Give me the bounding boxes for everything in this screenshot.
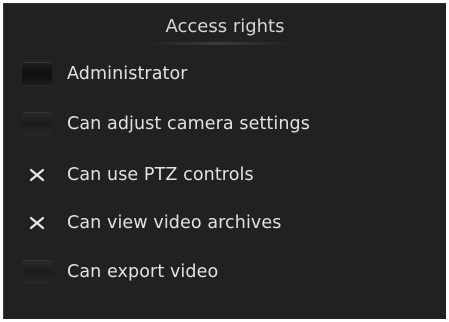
right-item-label: Can use PTZ controls	[67, 165, 254, 185]
unchecked-box-icon[interactable]	[22, 112, 52, 136]
title-divider	[144, 42, 294, 45]
panel-title: Access rights	[165, 16, 285, 37]
check-x-icon[interactable]	[22, 211, 52, 235]
right-item-view-video-archives[interactable]: Can view video archives	[4, 205, 446, 241]
access-rights-panel: Access rights Administrator Can adjust c…	[3, 3, 446, 319]
right-item-label: Can view video archives	[67, 213, 282, 233]
check-x-icon[interactable]	[22, 163, 52, 187]
right-item-administrator[interactable]: Administrator	[4, 56, 446, 92]
right-item-label: Administrator	[67, 64, 188, 84]
right-item-adjust-camera-settings[interactable]: Can adjust camera settings	[4, 106, 446, 142]
right-item-label: Can export video	[67, 262, 219, 282]
unchecked-box-icon[interactable]	[22, 260, 52, 284]
unchecked-box-icon[interactable]	[22, 62, 52, 86]
right-item-export-video[interactable]: Can export video	[4, 254, 446, 290]
right-item-ptz-controls[interactable]: Can use PTZ controls	[4, 157, 446, 193]
right-item-label: Can adjust camera settings	[67, 114, 310, 134]
